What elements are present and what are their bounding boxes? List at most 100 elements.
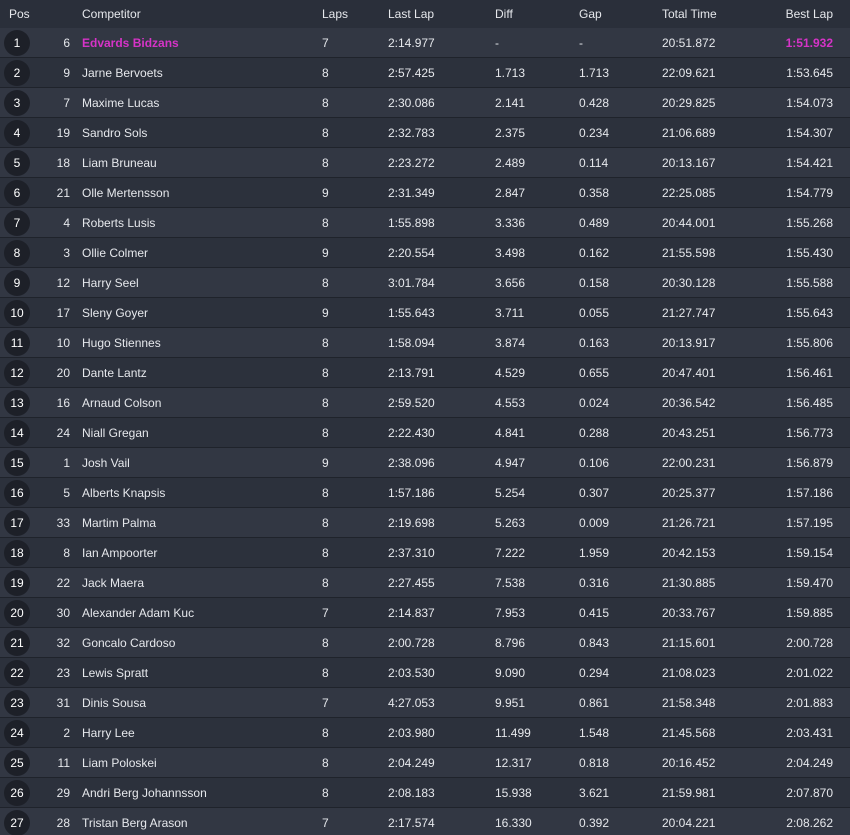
last-lap-value: 2:04.249 <box>388 756 435 770</box>
race-number: 1 <box>63 456 70 470</box>
diff-value: 2.489 <box>495 156 526 170</box>
gap-value: 3.621 <box>579 786 610 800</box>
best-lap-value: 1:59.154 <box>786 546 833 560</box>
last-lap-value: 2:59.520 <box>388 396 435 410</box>
best-lap-value: 2:04.249 <box>786 756 833 770</box>
table-row[interactable]: 9 12 Harry Seel 8 3:01.784 3.656 0.158 20:30.12… <box>0 268 850 298</box>
table-row[interactable]: 23 31 Dinis Sousa 7 4:27.053 9.951 0.861 21:58.… <box>0 688 850 718</box>
laps-value: 8 <box>322 366 329 380</box>
table-row[interactable]: 12 20 Dante Lantz 8 2:13.791 4.529 0.655 20:47.… <box>0 358 850 388</box>
last-lap-value: 4:27.053 <box>388 696 435 710</box>
total-time-value: 20:33.767 <box>662 606 716 620</box>
table-row[interactable]: 7 4 Roberts Lusis 8 1:55.898 3.336 0.489 20:44.… <box>0 208 850 238</box>
position-badge: 12 <box>4 360 30 386</box>
last-lap-value: 2:14.977 <box>388 36 435 50</box>
position-badge: 19 <box>4 570 30 596</box>
table-row[interactable]: 21 32 Goncalo Cardoso 8 2:00.728 8.796 0.843 21… <box>0 628 850 658</box>
table-row[interactable]: 24 2 Harry Lee 8 2:03.980 11.499 1.548 21:45.56… <box>0 718 850 748</box>
table-row[interactable]: 25 11 Liam Poloskei 8 2:04.249 12.317 0.818 20:… <box>0 748 850 778</box>
gap-value: 0.392 <box>579 816 610 830</box>
header-gap[interactable]: Gap <box>579 7 602 21</box>
total-time-value: 21:15.601 <box>662 636 716 650</box>
gap-value: - <box>579 36 583 50</box>
table-row[interactable]: 8 3 Ollie Colmer 9 2:20.554 3.498 0.162 21:55.5… <box>0 238 850 268</box>
diff-value: 3.656 <box>495 276 526 290</box>
table-row[interactable]: 26 29 Andri Berg Johannsson 8 2:08.183 15.938… <box>0 778 850 808</box>
table-row[interactable]: 2 9 Jarne Bervoets 8 2:57.425 1.713 1.713 22:09… <box>0 58 850 88</box>
best-lap-value: 1:54.421 <box>786 156 833 170</box>
header-laps[interactable]: Laps <box>322 7 348 21</box>
total-time-value: 20:36.542 <box>662 396 716 410</box>
competitor-name: Andri Berg Johannsson <box>82 786 207 800</box>
table-row[interactable]: 19 22 Jack Maera 8 2:27.455 7.538 0.316 21:30.8… <box>0 568 850 598</box>
table-row[interactable]: 14 24 Niall Gregan 8 2:22.430 4.841 0.288 20:43… <box>0 418 850 448</box>
table-row[interactable]: 13 16 Arnaud Colson 8 2:59.520 4.553 0.024 20:3… <box>0 388 850 418</box>
best-lap-value: 1:59.470 <box>786 576 833 590</box>
table-row[interactable]: 4 19 Sandro Sols 8 2:32.783 2.375 0.234 21:06.6… <box>0 118 850 148</box>
competitor-name: Ian Ampoorter <box>82 546 158 560</box>
table-row[interactable]: 22 23 Lewis Spratt 8 2:03.530 9.090 0.294 21:08… <box>0 658 850 688</box>
table-row[interactable]: 6 21 Olle Mertensson 9 2:31.349 2.847 0.358 22:… <box>0 178 850 208</box>
total-time-value: 20:29.825 <box>662 96 716 110</box>
last-lap-value: 2:14.837 <box>388 606 435 620</box>
gap-value: 1.548 <box>579 726 610 740</box>
race-number: 28 <box>56 816 70 830</box>
competitor-name: Hugo Stiennes <box>82 336 161 350</box>
diff-value: 7.222 <box>495 546 526 560</box>
gap-value: 0.818 <box>579 756 610 770</box>
total-time-value: 20:13.917 <box>662 336 716 350</box>
position-badge: 10 <box>4 300 30 326</box>
position-badge: 13 <box>4 390 30 416</box>
header-pos[interactable]: Pos <box>9 7 30 21</box>
best-lap-value: 1:51.932 <box>785 36 833 50</box>
best-lap-value: 1:56.485 <box>786 396 833 410</box>
table-row[interactable]: 18 8 Ian Ampoorter 8 2:37.310 7.222 1.959 20:42… <box>0 538 850 568</box>
laps-value: 7 <box>322 36 329 50</box>
race-number: 33 <box>56 516 70 530</box>
laps-value: 8 <box>322 66 329 80</box>
header-last-lap[interactable]: Last Lap <box>388 7 434 21</box>
table-row[interactable]: 20 30 Alexander Adam Kuc 7 2:14.837 7.953 0.41… <box>0 598 850 628</box>
position-badge: 2 <box>4 60 30 86</box>
competitor-name: Edvards Bidzans <box>82 36 179 50</box>
gap-value: 0.024 <box>579 396 610 410</box>
last-lap-value: 2:57.425 <box>388 66 435 80</box>
total-time-value: 21:58.348 <box>662 696 716 710</box>
position-badge: 23 <box>4 690 30 716</box>
table-row[interactable]: 15 1 Josh Vail 9 2:38.096 4.947 0.106 22:00.231… <box>0 448 850 478</box>
table-row[interactable]: 27 28 Tristan Berg Arason 7 2:17.574 16.330 0.… <box>0 808 850 835</box>
laps-value: 7 <box>322 816 329 830</box>
position-badge: 26 <box>4 780 30 806</box>
competitor-name: Jarne Bervoets <box>82 66 163 80</box>
last-lap-value: 3:01.784 <box>388 276 435 290</box>
table-row[interactable]: 10 17 Sleny Goyer 9 1:55.643 3.711 0.055 21:27.… <box>0 298 850 328</box>
header-competitor[interactable]: Competitor <box>82 7 141 21</box>
laps-value: 9 <box>322 186 329 200</box>
diff-value: 11.499 <box>495 726 531 740</box>
best-lap-value: 1:54.779 <box>786 186 833 200</box>
total-time-value: 21:30.885 <box>662 576 716 590</box>
race-number: 6 <box>63 36 70 50</box>
table-row[interactable]: 16 5 Alberts Knapsis 8 1:57.186 5.254 0.307 20:… <box>0 478 850 508</box>
table-row[interactable]: 1 6 Edvards Bidzans 7 2:14.977 - - 20:51.872 1:5… <box>0 28 850 58</box>
gap-value: 0.415 <box>579 606 610 620</box>
best-lap-value: 1:54.307 <box>786 126 833 140</box>
competitor-name: Jack Maera <box>82 576 145 590</box>
table-row[interactable]: 3 7 Maxime Lucas 8 2:30.086 2.141 0.428 20:29.8… <box>0 88 850 118</box>
gap-value: 0.294 <box>579 666 610 680</box>
competitor-name: Niall Gregan <box>82 426 149 440</box>
laps-value: 8 <box>322 426 329 440</box>
best-lap-value: 2:08.262 <box>786 816 833 830</box>
table-row[interactable]: 11 10 Hugo Stiennes 8 1:58.094 3.874 0.163 20:1… <box>0 328 850 358</box>
last-lap-value: 2:31.349 <box>388 186 435 200</box>
race-number: 9 <box>63 66 70 80</box>
header-total-time[interactable]: Total Time <box>662 7 717 21</box>
header-diff[interactable]: Diff <box>495 7 513 21</box>
header-best-lap[interactable]: Best Lap <box>786 7 833 21</box>
total-time-value: 20:42.153 <box>662 546 716 560</box>
table-row[interactable]: 5 18 Liam Bruneau 8 2:23.272 2.489 0.114 20:13.… <box>0 148 850 178</box>
diff-value: 15.938 <box>495 786 532 800</box>
table-header: Pos Competitor Laps Last Lap Diff Gap To… <box>0 0 850 28</box>
diff-value: 4.947 <box>495 456 526 470</box>
table-row[interactable]: 17 33 Martim Palma 8 2:19.698 5.263 0.009 21:26… <box>0 508 850 538</box>
